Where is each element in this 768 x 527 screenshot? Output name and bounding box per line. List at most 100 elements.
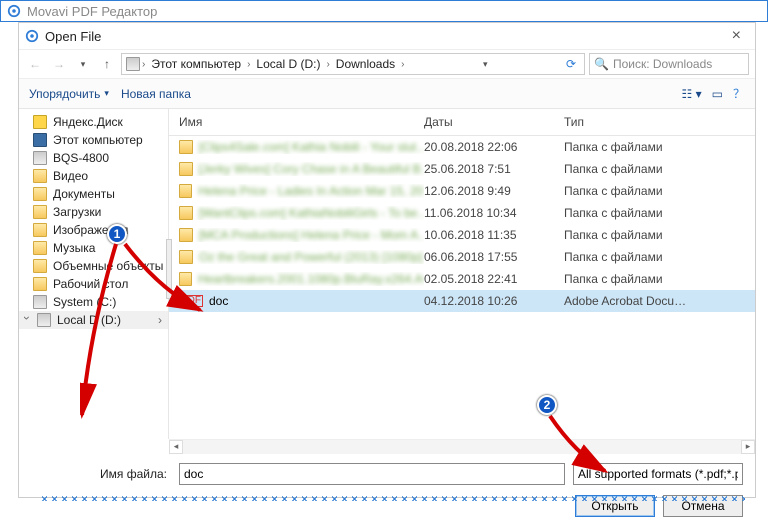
- sidebar-item-label: Загрузки: [53, 205, 101, 219]
- close-icon[interactable]: ×: [724, 27, 749, 45]
- breadcrumb-item[interactable]: Downloads: [332, 57, 399, 71]
- file-row[interactable]: Helena Price - Ladies In Action Mar 15, …: [169, 180, 755, 202]
- file-name: [MCA Productions] Helena Price - Mom A…: [199, 228, 424, 242]
- app-title: Movavi PDF Редактор: [27, 4, 157, 19]
- sidebar-item[interactable]: Видео: [19, 167, 168, 185]
- sidebar-item[interactable]: Этот компьютер: [19, 131, 168, 149]
- file-name: Oz the Great and Powerful (2013) [1080p]: [199, 250, 422, 264]
- new-folder-button[interactable]: Новая папка: [121, 87, 191, 101]
- sidebar-item-label: Этот компьютер: [53, 133, 143, 147]
- sidebar-item-label: Документы: [53, 187, 115, 201]
- filename-input[interactable]: [179, 463, 565, 485]
- file-date: 12.06.2018 9:49: [424, 184, 564, 198]
- sidebar-item[interactable]: Объемные объекты: [19, 257, 168, 275]
- file-date: 06.06.2018 17:55: [424, 250, 564, 264]
- file-type: Папка с файлами: [564, 140, 755, 154]
- scroll-left-icon[interactable]: ◂: [169, 440, 183, 454]
- sidebar-item[interactable]: Загрузки: [19, 203, 168, 221]
- file-row[interactable]: Heartbreakers.2001.1080p.BluRay.x264.AC……: [169, 268, 755, 290]
- folder-icon: [33, 241, 47, 255]
- folder-icon: [33, 223, 47, 237]
- file-row[interactable]: Oz the Great and Powerful (2013) [1080p]…: [169, 246, 755, 268]
- folder-icon: [179, 184, 192, 198]
- splitter-handle[interactable]: [166, 239, 172, 299]
- file-type: Adobe Acrobat Docu…: [564, 294, 755, 308]
- breadcrumb-item[interactable]: Этот компьютер: [147, 57, 245, 71]
- back-button[interactable]: ←: [25, 54, 45, 74]
- file-name: [WantClips.com] KathiaNobiliGirls - To b…: [199, 206, 424, 220]
- disk-icon: [33, 295, 47, 309]
- nav-row: ← → ▾ ↑ › Этот компьютер › Local D (D:) …: [19, 49, 755, 79]
- sidebar-item-label: System (C:): [53, 295, 116, 309]
- file-type: Папка с файлами: [564, 184, 755, 198]
- up-button[interactable]: ↑: [97, 54, 117, 74]
- sidebar-item-label: Видео: [53, 169, 88, 183]
- file-list-pane: Имя Даты Тип [Clips4Sale.com] Kathia Nob…: [169, 109, 755, 439]
- recent-locations-button[interactable]: ▾: [73, 54, 93, 74]
- preview-pane-button[interactable]: ▭: [712, 87, 723, 101]
- column-date[interactable]: Даты: [424, 115, 564, 129]
- file-type: Папка с файлами: [564, 206, 755, 220]
- main-area: Яндекс.Диск Этот компьютер BQS-4800 Видео До…: [19, 109, 755, 439]
- chevron-down-icon: ▾: [104, 88, 109, 99]
- column-type[interactable]: Тип: [564, 115, 755, 129]
- scroll-right-icon[interactable]: ▸: [741, 440, 755, 454]
- file-row[interactable]: [Jerky Wives] Cory Chase in A Beautiful …: [169, 158, 755, 180]
- app-icon: [7, 4, 21, 18]
- sidebar-item-label: Local D (D:): [57, 313, 121, 327]
- column-name[interactable]: Имя: [169, 115, 424, 129]
- sidebar-item[interactable]: Музыка: [19, 239, 168, 257]
- scroll-track[interactable]: [183, 440, 741, 454]
- horizontal-scrollbar[interactable]: ◂ ▸: [169, 439, 755, 453]
- file-date: 20.08.2018 22:06: [424, 140, 564, 154]
- sidebar: Яндекс.Диск Этот компьютер BQS-4800 Видео До…: [19, 109, 169, 439]
- sidebar-item[interactable]: System (C:): [19, 293, 168, 311]
- file-type: Папка с файлами: [564, 250, 755, 264]
- sidebar-item[interactable]: Документы: [19, 185, 168, 203]
- ydisk-icon: [33, 115, 47, 129]
- breadcrumb-item[interactable]: Local D (D:): [252, 57, 324, 71]
- chevron-right-icon[interactable]: ›: [401, 59, 404, 70]
- folder-icon: [179, 250, 193, 264]
- chevron-right-icon[interactable]: ›: [247, 59, 250, 70]
- sidebar-item[interactable]: Изображения: [19, 221, 168, 239]
- folder-icon: [33, 205, 47, 219]
- screenshot-torn-edge: [37, 493, 745, 501]
- file-row[interactable]: PDFdoc04.12.2018 10:26Adobe Acrobat Docu…: [169, 290, 755, 312]
- file-row[interactable]: [Clips4Sale.com] Kathia Nobili - Your sl…: [169, 136, 755, 158]
- search-placeholder: Поиск: Downloads: [613, 57, 712, 71]
- file-row[interactable]: [MCA Productions] Helena Price - Mom A…1…: [169, 224, 755, 246]
- help-icon[interactable]: ？: [733, 85, 745, 102]
- dialog-footer: Имя файла: All supported formats (*.pdf;…: [19, 453, 755, 527]
- file-type: Папка с файлами: [564, 272, 755, 286]
- folder-icon: [179, 140, 193, 154]
- file-rows: [Clips4Sale.com] Kathia Nobili - Your sl…: [169, 136, 755, 439]
- file-date: 04.12.2018 10:26: [424, 294, 564, 308]
- folder-icon: [33, 259, 47, 273]
- address-bar[interactable]: › Этот компьютер › Local D (D:) › Downlo…: [121, 53, 585, 75]
- column-headers: Имя Даты Тип: [169, 109, 755, 136]
- organize-button[interactable]: Упорядочить ▾: [29, 87, 109, 101]
- sidebar-item[interactable]: Рабочий стол: [19, 275, 168, 293]
- disk-icon: [33, 151, 47, 165]
- chevron-right-icon[interactable]: ›: [142, 59, 145, 70]
- sidebar-item[interactable]: BQS-4800: [19, 149, 168, 167]
- chevron-right-icon[interactable]: ›: [326, 59, 329, 70]
- view-options-button[interactable]: ☷ ▾: [682, 87, 702, 101]
- forward-button[interactable]: →: [49, 54, 69, 74]
- address-dropdown[interactable]: ▾: [475, 54, 495, 74]
- file-date: 11.06.2018 10:34: [424, 206, 564, 220]
- file-name: [Clips4Sale.com] Kathia Nobili - Your sl…: [199, 140, 424, 154]
- file-type-filter[interactable]: All supported formats (*.pdf;*.p: [573, 463, 743, 485]
- refresh-icon[interactable]: ⟳: [566, 57, 576, 71]
- sidebar-item-label: Изображения: [53, 223, 128, 237]
- file-name: [Jerky Wives] Cory Chase in A Beautiful …: [199, 162, 424, 176]
- toolbar: Упорядочить ▾ Новая папка ☷ ▾ ▭ ？: [19, 79, 755, 109]
- file-type: Папка с файлами: [564, 162, 755, 176]
- file-row[interactable]: [WantClips.com] KathiaNobiliGirls - To b…: [169, 202, 755, 224]
- search-input[interactable]: 🔍 Поиск: Downloads: [589, 53, 749, 75]
- sidebar-item[interactable]: ›Local D (D:)›: [19, 311, 168, 329]
- app-titlebar: Movavi PDF Редактор: [0, 0, 768, 22]
- folder-icon: [179, 272, 192, 286]
- sidebar-item[interactable]: Яндекс.Диск: [19, 113, 168, 131]
